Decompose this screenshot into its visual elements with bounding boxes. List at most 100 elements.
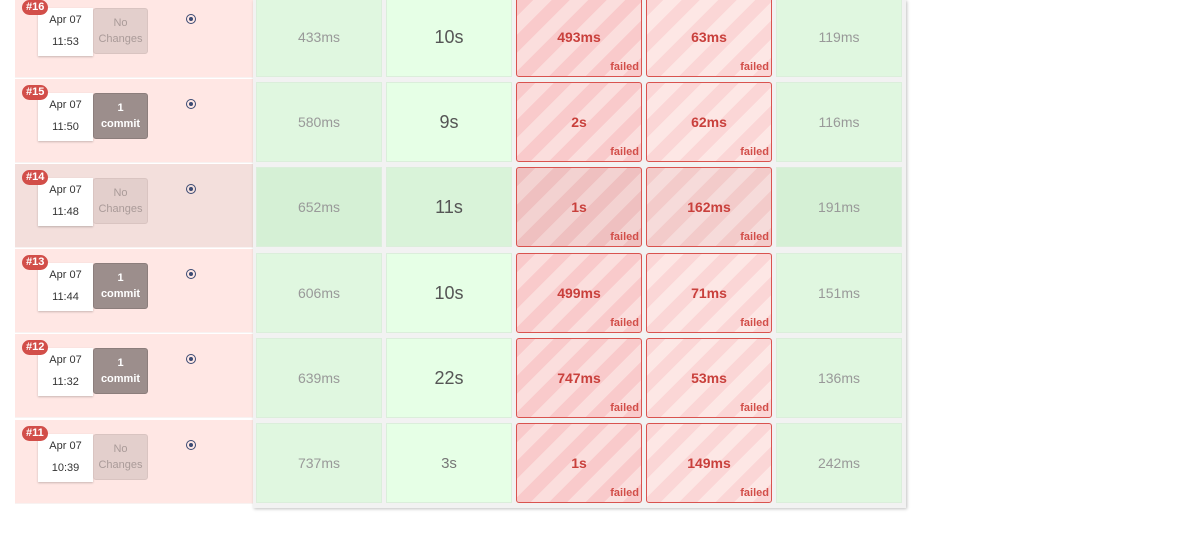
build-date-box[interactable]: Apr 07 11:32 (38, 348, 93, 396)
stage-duration: 639ms (297, 370, 341, 386)
stage-duration: 62ms (691, 114, 727, 130)
stage-cell-success[interactable]: 242ms (776, 423, 902, 503)
stage-duration: 2s (571, 114, 587, 130)
stage-cell-failed[interactable]: 499ms failed (516, 253, 642, 333)
build-number-badge[interactable]: #15 (22, 85, 49, 100)
stage-cell-success[interactable]: 580ms (256, 82, 382, 162)
build-date-box[interactable]: Apr 07 11:53 (38, 8, 93, 56)
build-date-box[interactable]: Apr 07 11:48 (38, 178, 93, 226)
commit-count-button[interactable]: 1 commit (93, 93, 148, 139)
build-date: Apr 07 (49, 269, 82, 281)
build-row: #12 Apr 07 11:32 1 commit (15, 334, 253, 418)
stage-cell-success[interactable]: 11s (386, 167, 512, 247)
no-changes-label: No Changes (93, 434, 148, 480)
build-number-badge[interactable]: #16 (22, 0, 49, 15)
console-link-icon[interactable] (186, 269, 196, 279)
stage-duration: 242ms (817, 455, 861, 471)
build-number-badge[interactable]: #12 (22, 340, 49, 355)
stage-cell-success[interactable]: 3s (386, 423, 512, 503)
build-time: 11:44 (52, 291, 79, 303)
stage-cell-success[interactable]: 9s (386, 82, 512, 162)
commit-count-button[interactable]: 1 commit (93, 348, 148, 394)
changes-line: Changes (98, 203, 143, 215)
stage-duration: 580ms (297, 114, 341, 130)
console-link-icon[interactable] (186, 14, 196, 24)
failed-label: failed (610, 487, 639, 499)
no-changes-label: No Changes (93, 8, 148, 54)
stage-cell-success[interactable]: 116ms (776, 82, 902, 162)
stage-duration: 499ms (557, 285, 601, 301)
failed-label: failed (740, 487, 769, 499)
console-link-icon[interactable] (186, 354, 196, 364)
build-date-box[interactable]: Apr 07 10:39 (38, 434, 93, 482)
stage-cell-failed[interactable]: 63ms failed (646, 0, 772, 77)
stage-cell-failed[interactable]: 747ms failed (516, 338, 642, 418)
failed-label: failed (740, 146, 769, 158)
build-date: Apr 07 (49, 14, 82, 26)
stage-cell-success[interactable]: 737ms (256, 423, 382, 503)
stage-duration: 606ms (297, 285, 341, 301)
stage-cell-success[interactable]: 119ms (776, 0, 902, 77)
build-date-box[interactable]: Apr 07 11:44 (38, 263, 93, 311)
stage-cell-failed[interactable]: 71ms failed (646, 253, 772, 333)
stage-cell-failed[interactable]: 53ms failed (646, 338, 772, 418)
stage-duration: 433ms (297, 29, 341, 45)
build-number-badge[interactable]: #13 (22, 255, 49, 270)
commit-count-button[interactable]: 1 commit (93, 263, 148, 309)
build-date: Apr 07 (49, 440, 82, 452)
stage-duration: 747ms (557, 370, 601, 386)
stage-cell-success[interactable]: 22s (386, 338, 512, 418)
changes-line: No (113, 443, 128, 455)
stage-cell-success[interactable]: 433ms (256, 0, 382, 77)
failed-label: failed (610, 317, 639, 329)
stage-duration: 1s (571, 199, 587, 215)
stage-duration: 162ms (687, 199, 731, 215)
build-time: 11:53 (52, 36, 79, 48)
stage-duration: 493ms (557, 29, 601, 45)
failed-label: failed (740, 402, 769, 414)
stage-cell-failed[interactable]: 1s failed (516, 423, 642, 503)
console-link-icon[interactable] (186, 184, 196, 194)
stage-cell-failed[interactable]: 149ms failed (646, 423, 772, 503)
stage-cell-success[interactable]: 652ms (256, 167, 382, 247)
stage-cell-failed[interactable]: 62ms failed (646, 82, 772, 162)
build-row: #13 Apr 07 11:44 1 commit (15, 249, 253, 333)
build-row: #15 Apr 07 11:50 1 commit (15, 79, 253, 163)
changes-line: 1 (117, 272, 124, 284)
stage-duration: 22s (434, 367, 464, 388)
build-time: 11:50 (52, 121, 79, 133)
build-date: Apr 07 (49, 184, 82, 196)
build-date: Apr 07 (49, 99, 82, 111)
stage-duration: 1s (571, 455, 587, 471)
stage-cell-success[interactable]: 606ms (256, 253, 382, 333)
stage-duration: 149ms (687, 455, 731, 471)
changes-line: commit (100, 118, 141, 130)
stage-cell-failed[interactable]: 162ms failed (646, 167, 772, 247)
changes-line: commit (100, 373, 141, 385)
stage-cell-success[interactable]: 639ms (256, 338, 382, 418)
stage-cell-failed[interactable]: 2s failed (516, 82, 642, 162)
stage-cell-success[interactable]: 10s (386, 0, 512, 77)
build-time: 11:32 (52, 376, 79, 388)
stage-duration: 191ms (817, 199, 861, 215)
build-date-box[interactable]: Apr 07 11:50 (38, 93, 93, 141)
no-changes-label: No Changes (93, 178, 148, 224)
build-number-badge[interactable]: #11 (22, 426, 48, 441)
failed-label: failed (610, 146, 639, 158)
changes-line: No (113, 187, 128, 199)
build-date: Apr 07 (49, 354, 82, 366)
stage-cell-success[interactable]: 136ms (776, 338, 902, 418)
stage-cell-failed[interactable]: 493ms failed (516, 0, 642, 77)
build-number-badge[interactable]: #14 (22, 170, 49, 185)
console-link-icon[interactable] (186, 99, 196, 109)
stage-duration: 119ms (818, 29, 860, 45)
build-row: #11 Apr 07 10:39 No Changes (15, 420, 253, 504)
stage-cell-success[interactable]: 191ms (776, 167, 902, 247)
changes-line: Changes (98, 33, 143, 45)
stage-cell-failed[interactable]: 1s failed (516, 167, 642, 247)
failed-label: failed (740, 61, 769, 73)
console-link-icon[interactable] (186, 440, 196, 450)
failed-label: failed (610, 402, 639, 414)
stage-cell-success[interactable]: 10s (386, 253, 512, 333)
stage-cell-success[interactable]: 151ms (776, 253, 902, 333)
